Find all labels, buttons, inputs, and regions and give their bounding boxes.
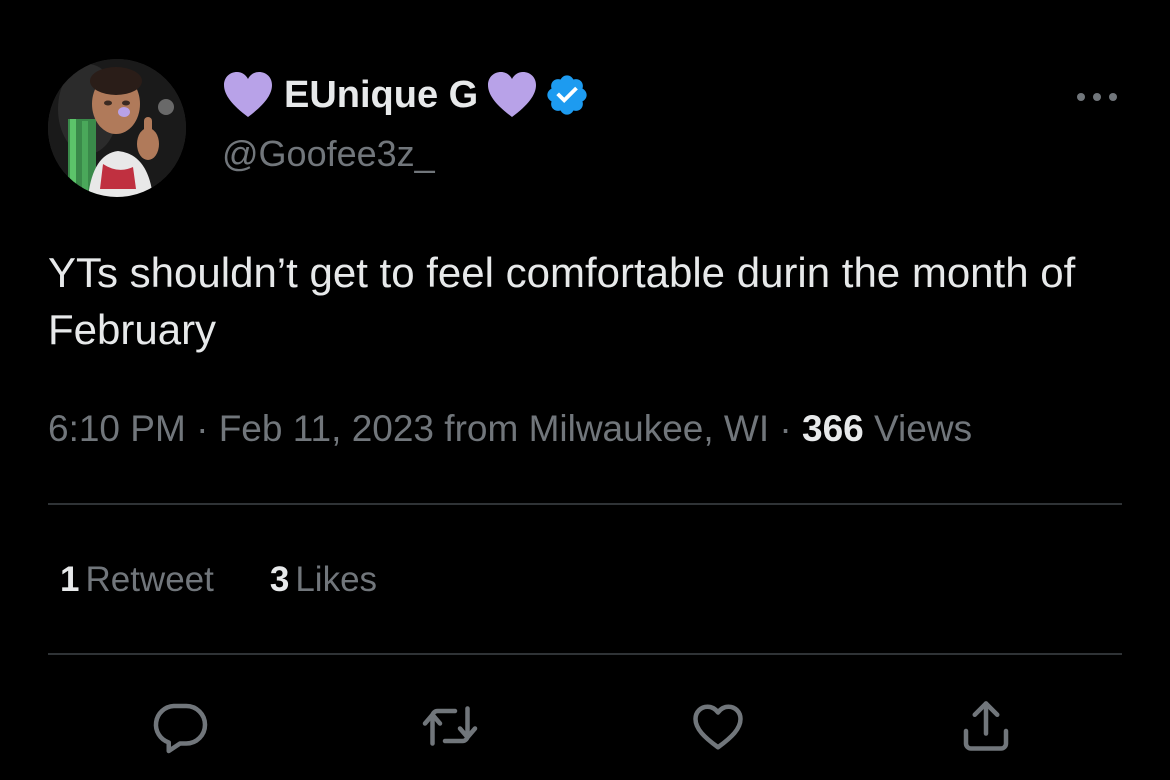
likes-count: 3 (269, 560, 290, 599)
avatar[interactable] (48, 59, 186, 197)
display-name[interactable]: EUnique G (284, 68, 478, 122)
retweets-count: 1 (60, 560, 80, 599)
views-label: Views (874, 408, 973, 449)
purple-heart-icon (488, 72, 537, 117)
views-count: 366 (802, 408, 864, 449)
tweet-date[interactable]: Feb 11, 2023 (219, 408, 434, 449)
tweet-time[interactable]: 6:10 PM (48, 408, 186, 449)
meta-separator: · (779, 408, 792, 449)
user-handle[interactable]: @Goofee3z_ (222, 130, 435, 178)
likes-label: Likes (295, 560, 378, 599)
tweet-detail: EUnique G @Goofee3z_ YTs shouldn’t get t… (0, 0, 1170, 780)
likes-stat[interactable]: 3 Likes (270, 556, 377, 604)
user-name-row[interactable]: EUnique G (222, 68, 590, 122)
divider (48, 503, 1122, 505)
avatar-image (48, 59, 186, 197)
heart-outline-icon[interactable] (688, 696, 748, 756)
tweet-stats: 1 Retweet 3 Likes (60, 556, 433, 604)
more-options-icon[interactable] (1074, 86, 1120, 108)
meta-separator: · (196, 408, 209, 449)
tweet-text: YTs shouldn’t get to feel comfortable du… (48, 249, 1076, 353)
verified-badge-icon[interactable] (544, 72, 590, 118)
retweets-label: Retweet (85, 560, 214, 599)
retweets-stat[interactable]: 1 Retweet (60, 556, 214, 604)
tweet-location: from Milwaukee, WI (444, 408, 770, 449)
purple-heart-icon (224, 72, 272, 117)
tweet-meta: 6:10 PM · Feb 11, 2023 from Milwaukee, W… (48, 404, 972, 454)
retweet-icon[interactable] (420, 696, 480, 756)
reply-icon[interactable] (150, 696, 210, 756)
divider (48, 653, 1122, 655)
share-icon[interactable] (956, 696, 1016, 756)
